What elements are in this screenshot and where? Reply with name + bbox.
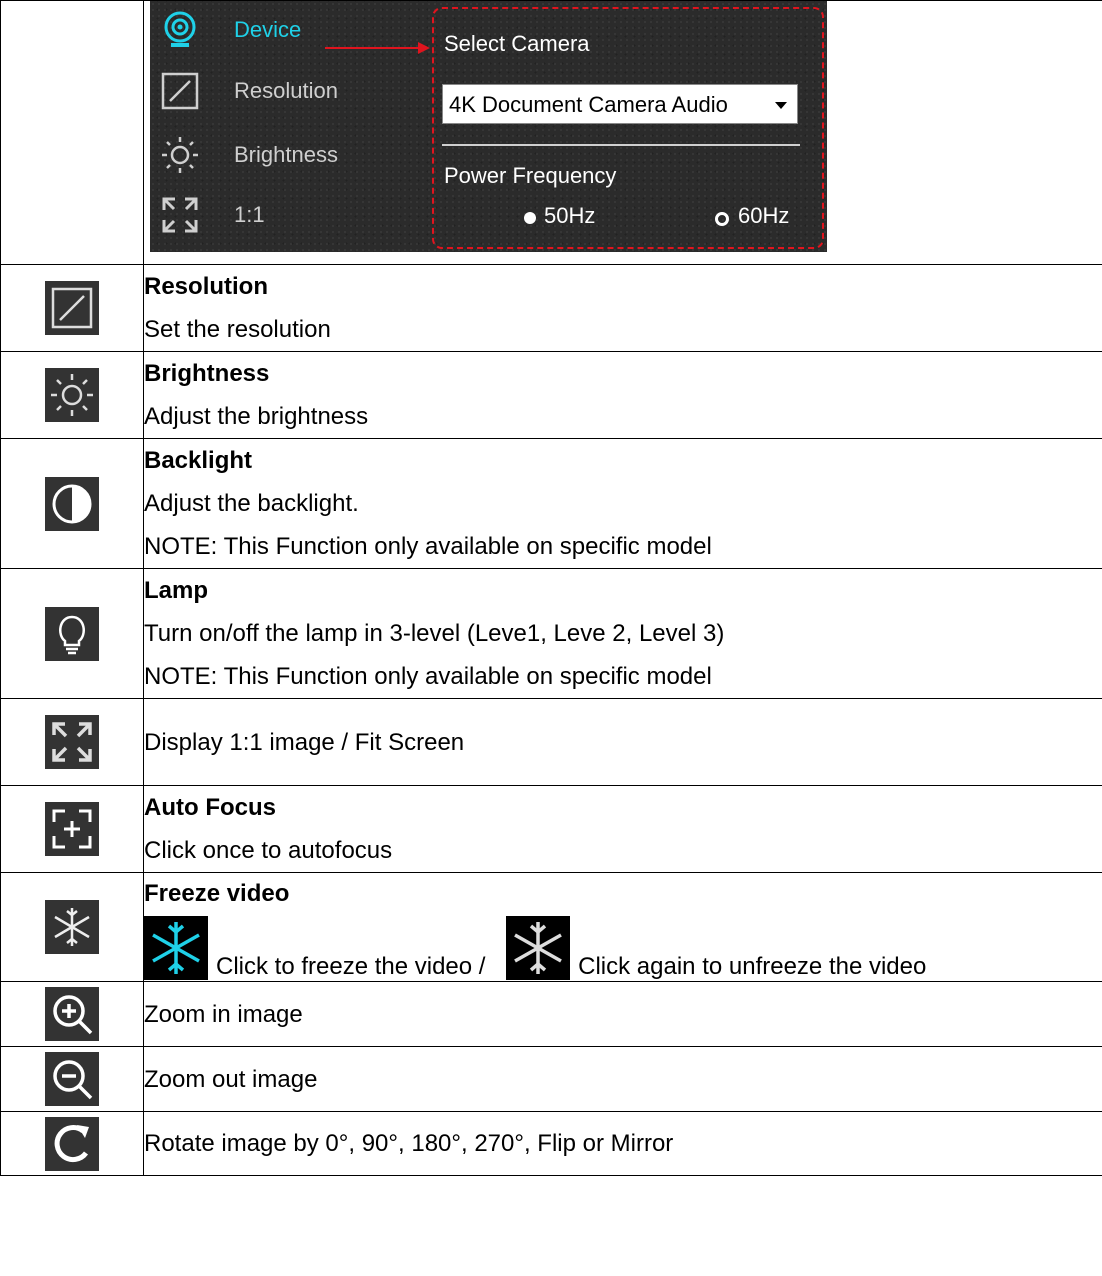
freeze-icon [45,900,99,954]
row-auto-focus: Auto Focus Click once to autofocus [0,785,1102,873]
row-zoom-out: Zoom out image [0,1046,1102,1112]
menu-item-resolution[interactable]: Resolution [160,71,338,111]
radio-60hz[interactable] [715,212,729,226]
row-description: Display 1:1 image / Fit Screen [144,728,465,756]
device-settings-panel: Device Resolution Brightness 1:1 Select … [150,1,827,252]
backlight-icon [45,476,99,531]
brightness-icon [45,368,99,422]
row-title: Lamp [144,577,209,604]
auto-focus-icon [45,802,99,856]
row-description: Adjust the backlight. [144,490,359,517]
fit-screen-icon [160,195,200,235]
brightness-icon [160,135,200,175]
zoom-out-icon [45,1052,99,1106]
row-description: Set the resolution [144,316,331,343]
power-frequency-label: Power Frequency [444,163,617,188]
callout-arrow [325,47,422,49]
unfreeze-description: Click again to unfreeze the video [578,952,927,980]
row-title: Resolution [144,273,268,300]
freeze-inactive-icon [506,915,571,980]
row-description: Adjust the brightness [144,403,369,430]
screenshot-row: Device Resolution Brightness 1:1 Select … [0,0,1102,265]
rotate-icon [45,1116,99,1171]
callout-arrow-head [418,42,430,54]
chevron-down-icon [775,102,787,109]
select-camera-label: Select Camera [444,31,590,56]
row-description: Turn on/off the lamp in 3-level (Leve1, … [144,620,725,647]
freeze-active-icon [144,915,208,980]
freeze-description: Click to freeze the video / [216,952,486,980]
row-title: Freeze video [144,879,290,907]
zoom-in-icon [45,987,99,1041]
menu-item-fit[interactable]: 1:1 [160,195,265,235]
screenshot-cell: Device Resolution Brightness 1:1 Select … [143,0,1102,265]
resolution-icon [160,71,200,111]
menu-item-brightness[interactable]: Brightness [160,135,338,175]
resolution-icon [45,281,99,335]
row-description: Zoom in image [144,1000,303,1028]
row-brightness: Brightness Adjust the brightness [0,351,1102,439]
divider [442,144,800,146]
menu-label: Resolution [234,78,338,103]
function-table: Device Resolution Brightness 1:1 Select … [0,0,1102,1176]
row-rotate: Rotate image by 0°, 90°, 180°, 270°, Fli… [0,1111,1102,1176]
row-backlight: Backlight Adjust the backlight. NOTE: Th… [0,438,1102,569]
row-note: NOTE: This Function only available on sp… [144,533,712,560]
camera-select-value: 4K Document Camera Audio [449,92,728,117]
fit-screen-icon [45,715,99,769]
row-description: Rotate image by 0°, 90°, 180°, 270°, Fli… [144,1130,674,1157]
menu-item-device[interactable]: Device [160,10,301,50]
webcam-icon [160,10,200,50]
radio-50hz[interactable] [524,212,536,224]
lamp-icon [45,606,99,661]
radio-60hz-label: 60Hz [738,203,790,228]
row-title: Brightness [144,360,270,387]
row-note: NOTE: This Function only available on sp… [144,663,712,690]
row-description: Click once to autofocus [144,837,393,864]
row-description: Zoom out image [144,1065,318,1093]
camera-select[interactable]: 4K Document Camera Audio [442,84,798,124]
menu-label: Brightness [234,142,338,167]
row-resolution: Resolution Set the resolution [0,264,1102,352]
menu-label: Device [234,17,302,42]
row-title: Backlight [144,447,253,474]
row-lamp: Lamp Turn on/off the lamp in 3-level (Le… [0,568,1102,699]
row-zoom-in: Zoom in image [0,981,1102,1047]
row-freeze: Freeze video Click to freeze the video /… [0,872,1102,982]
radio-50hz-label: 50Hz [544,203,596,228]
empty-icon-cell [0,0,144,265]
menu-label: 1:1 [234,202,265,227]
row-fit-screen: Display 1:1 image / Fit Screen [0,698,1102,786]
row-title: Auto Focus [144,794,276,821]
